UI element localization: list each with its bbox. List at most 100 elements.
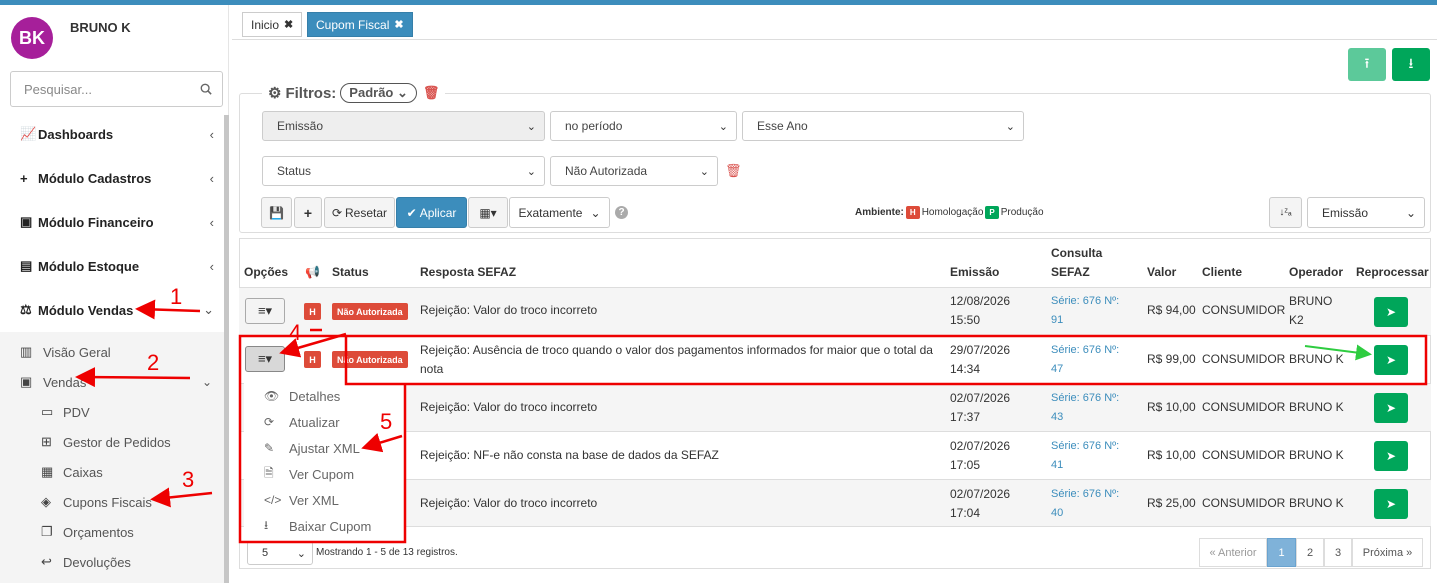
filter-value-select-1[interactable]: Esse Ano ⌄ — [742, 111, 1024, 141]
reprocess-button[interactable]: ➤ — [1374, 345, 1408, 375]
file-pdf-icon: 🗎 — [264, 465, 274, 480]
tab-cupom-fiscal[interactable]: Cupom Fiscal ✖ — [307, 12, 413, 37]
col-header-cliente: Cliente — [1202, 265, 1243, 279]
filter-preset-select[interactable]: Padrão ⌄ — [340, 83, 417, 103]
apply-button[interactable]: ✔ Aplicar — [396, 197, 467, 228]
close-icon[interactable]: ✖ — [284, 18, 293, 31]
sidebar-item-visao-geral[interactable]: ▥ Visão Geral — [20, 341, 111, 363]
pagination-page[interactable]: 2 — [1296, 538, 1324, 567]
trash-icon[interactable]: 🗑 — [423, 85, 440, 101]
upload-button[interactable]: ⭱ — [1348, 48, 1386, 81]
reset-button[interactable]: ⟳ Resetar — [324, 197, 395, 228]
reprocess-button[interactable]: ➤ — [1374, 297, 1408, 327]
emissao-date: 02/07/2026 — [950, 391, 1011, 405]
homolog-label: Homologação — [921, 207, 984, 218]
tab-inicio[interactable]: Inicio ✖ — [242, 12, 303, 37]
consulta-number[interactable]: 40 — [1051, 504, 1063, 523]
homolog-badge: H — [905, 206, 920, 219]
avatar[interactable]: BK — [11, 17, 53, 59]
pagination-next[interactable]: Próxima » — [1352, 538, 1423, 567]
emissao-time: 17:05 — [950, 458, 981, 472]
download-button[interactable]: ⭳ — [1392, 48, 1430, 81]
sidebar-item-gestor-pedidos[interactable]: ⊞ Gestor de Pedidos — [41, 431, 171, 453]
menu-item-detalhes[interactable]: 👁 Detalhes — [264, 386, 340, 406]
sidebar-item-caixas[interactable]: ▦ Caixas — [41, 461, 103, 483]
chevron-down-icon: ⌄ — [296, 547, 306, 560]
filter-operator-select-1[interactable]: no período ⌄ — [550, 111, 737, 141]
menu-item-ajustar-xml[interactable]: ✎ Ajustar XML — [264, 438, 360, 458]
plus-icon: + — [303, 204, 313, 221]
match-mode-select[interactable]: Exatamente ⌄ — [509, 197, 610, 228]
page-size-select[interactable]: 5 ⌄ — [247, 541, 313, 565]
add-filter-button[interactable]: + — [294, 197, 322, 228]
sidebar-item-label: Dashboards — [38, 126, 114, 142]
consulta-number[interactable]: 47 — [1051, 360, 1063, 379]
consulta-link[interactable]: Série: 676 Nº: — [1051, 389, 1119, 408]
consulta-link[interactable]: Série: 676 Nº: — [1051, 292, 1119, 311]
sidebar-item-pdv[interactable]: ▭ PDV — [41, 401, 90, 423]
select-value: Status — [277, 164, 312, 178]
select-value: Exatamente — [518, 205, 583, 220]
sort-field-select[interactable]: Emissão ⌄ — [1307, 197, 1425, 228]
pagination-prev[interactable]: « Anterior — [1199, 538, 1267, 567]
pagination-page[interactable]: 1 — [1267, 538, 1296, 567]
paper-plane-icon: ➤ — [1385, 497, 1397, 511]
menu-item-ver-xml[interactable]: </> Ver XML — [264, 490, 339, 510]
annotation-label: 3 — [182, 467, 195, 492]
columns-button[interactable]: ▦▾ — [468, 197, 508, 228]
prod-badge: P — [985, 206, 999, 219]
trash-icon[interactable]: 🗑 — [725, 163, 742, 179]
sidebar-item-vendas-modulo[interactable]: ⚖ Módulo Vendas ⌄ — [0, 288, 224, 332]
reprocess-button[interactable]: ➤ — [1374, 441, 1408, 471]
menu-item-label: Ver Cupom — [289, 466, 355, 482]
menu-item-label: Detalhes — [289, 388, 341, 404]
close-icon[interactable]: ✖ — [394, 18, 403, 31]
help-icon[interactable]: ? — [615, 206, 628, 219]
emissao-date: 02/07/2026 — [950, 439, 1011, 453]
save-filter-button[interactable]: 💾 — [261, 197, 292, 228]
sidebar-item-vendas[interactable]: ▣ Vendas ⌄ — [20, 371, 224, 393]
filter-preset-label: Padrão — [349, 85, 394, 100]
consulta-link[interactable]: Série: 676 Nº: — [1051, 437, 1119, 456]
filter-value-select-2[interactable]: Não Autorizada ⌄ — [550, 156, 718, 186]
sidebar-item-financeiro[interactable]: ▣ Módulo Financeiro ‹ — [0, 200, 224, 244]
valor-text: R$ 10,00 — [1147, 400, 1196, 414]
annotation-label: 5 — [380, 409, 393, 434]
emissao-date: 02/07/2026 — [950, 487, 1011, 501]
sidebar-scrollbar[interactable] — [224, 115, 229, 583]
search-icon[interactable] — [200, 82, 212, 96]
download-icon: ⭳ — [1408, 54, 1414, 71]
sidebar: BK BRUNO K 📈 Dashboards ‹ + Módulo Cadas… — [0, 5, 229, 583]
status-badge: Não Autorizada — [332, 351, 408, 368]
consulta-number[interactable]: 91 — [1051, 311, 1063, 330]
reprocess-button[interactable]: ➤ — [1374, 393, 1408, 423]
search-box[interactable] — [10, 71, 223, 107]
consulta-number[interactable]: 43 — [1051, 408, 1063, 427]
menu-item-ver-cupom[interactable]: 🗎 Ver Cupom — [264, 464, 354, 484]
options-menu-button[interactable]: ≡▾ — [245, 346, 285, 372]
search-input[interactable] — [24, 81, 200, 97]
options-menu-button[interactable]: ≡▾ — [245, 298, 285, 324]
menu-item-atualizar[interactable]: ⟳ Atualizar — [264, 412, 340, 432]
sidebar-item-estoque[interactable]: ▤ Módulo Estoque ‹ — [0, 244, 224, 288]
consulta-link[interactable]: Série: 676 Nº: — [1051, 485, 1119, 504]
prod-label: Produção — [1000, 207, 1044, 218]
sidebar-item-devolucoes[interactable]: ↩ Devoluções — [41, 551, 131, 573]
sidebar-item-orcamentos[interactable]: ❐ Orçamentos — [41, 521, 134, 543]
consulta-number[interactable]: 41 — [1051, 456, 1063, 475]
consulta-link[interactable]: Série: 676 Nº: — [1051, 341, 1119, 360]
pagination-page[interactable]: 3 — [1324, 538, 1352, 567]
sidebar-item-dashboards[interactable]: 📈 Dashboards ‹ — [0, 112, 224, 156]
filter-field-select-2[interactable]: Status ⌄ — [262, 156, 545, 186]
filter-field-select-1[interactable]: Emissão ⌄ — [262, 111, 545, 141]
check-icon: ✔ — [406, 205, 417, 220]
sort-direction-button[interactable]: ↓ᶻₐ — [1269, 197, 1302, 228]
sidebar-item-cupons-fiscais[interactable]: ◈ Cupons Fiscais — [41, 491, 152, 513]
menu-item-baixar-cupom[interactable]: ⭳ Baixar Cupom — [264, 516, 371, 536]
eye-icon: 👁 — [264, 389, 280, 403]
reprocess-button[interactable]: ➤ — [1374, 489, 1408, 519]
sidebar-item-cadastros[interactable]: + Módulo Cadastros ‹ — [0, 156, 224, 200]
operador-text: BRUNO K — [1289, 496, 1344, 510]
menu-item-label: Ajustar XML — [289, 440, 360, 456]
chevron-down-icon: ⌄ — [1405, 205, 1416, 220]
